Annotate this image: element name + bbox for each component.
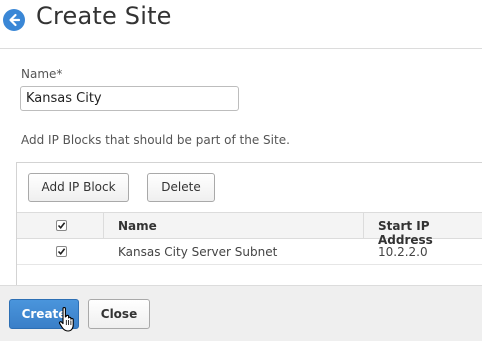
- column-separator: [103, 213, 104, 238]
- row-checkbox[interactable]: [56, 246, 67, 257]
- row-name-cell: Kansas City Server Subnet: [118, 245, 278, 259]
- delete-button[interactable]: Delete: [147, 173, 215, 202]
- page-header: Create Site: [0, 0, 482, 42]
- column-separator: [363, 213, 364, 238]
- name-input[interactable]: [20, 86, 239, 111]
- back-arrow-icon[interactable]: [3, 9, 25, 31]
- ip-blocks-info-text: Add IP Blocks that should be part of the…: [21, 133, 290, 147]
- hand-pointer-icon: [58, 307, 74, 332]
- create-site-form: Name* Add IP Blocks that should be part …: [0, 48, 482, 289]
- name-label: Name*: [21, 67, 63, 81]
- table-row[interactable]: Kansas City Server Subnet 10.2.2.0: [17, 239, 482, 265]
- column-header-name[interactable]: Name: [118, 219, 157, 233]
- row-start-ip-cell: 10.2.2.0: [378, 245, 428, 259]
- close-button[interactable]: Close: [88, 299, 150, 329]
- checkmark-icon: [57, 248, 66, 256]
- select-all-checkbox[interactable]: [56, 220, 67, 231]
- page-title: Create Site: [36, 2, 172, 30]
- add-ip-block-button[interactable]: Add IP Block: [28, 173, 129, 202]
- checkmark-icon: [57, 222, 66, 230]
- table-header: Name Start IP Address: [17, 212, 482, 247]
- ip-blocks-panel: Add IP Block Delete Name Start IP Addres…: [16, 162, 482, 286]
